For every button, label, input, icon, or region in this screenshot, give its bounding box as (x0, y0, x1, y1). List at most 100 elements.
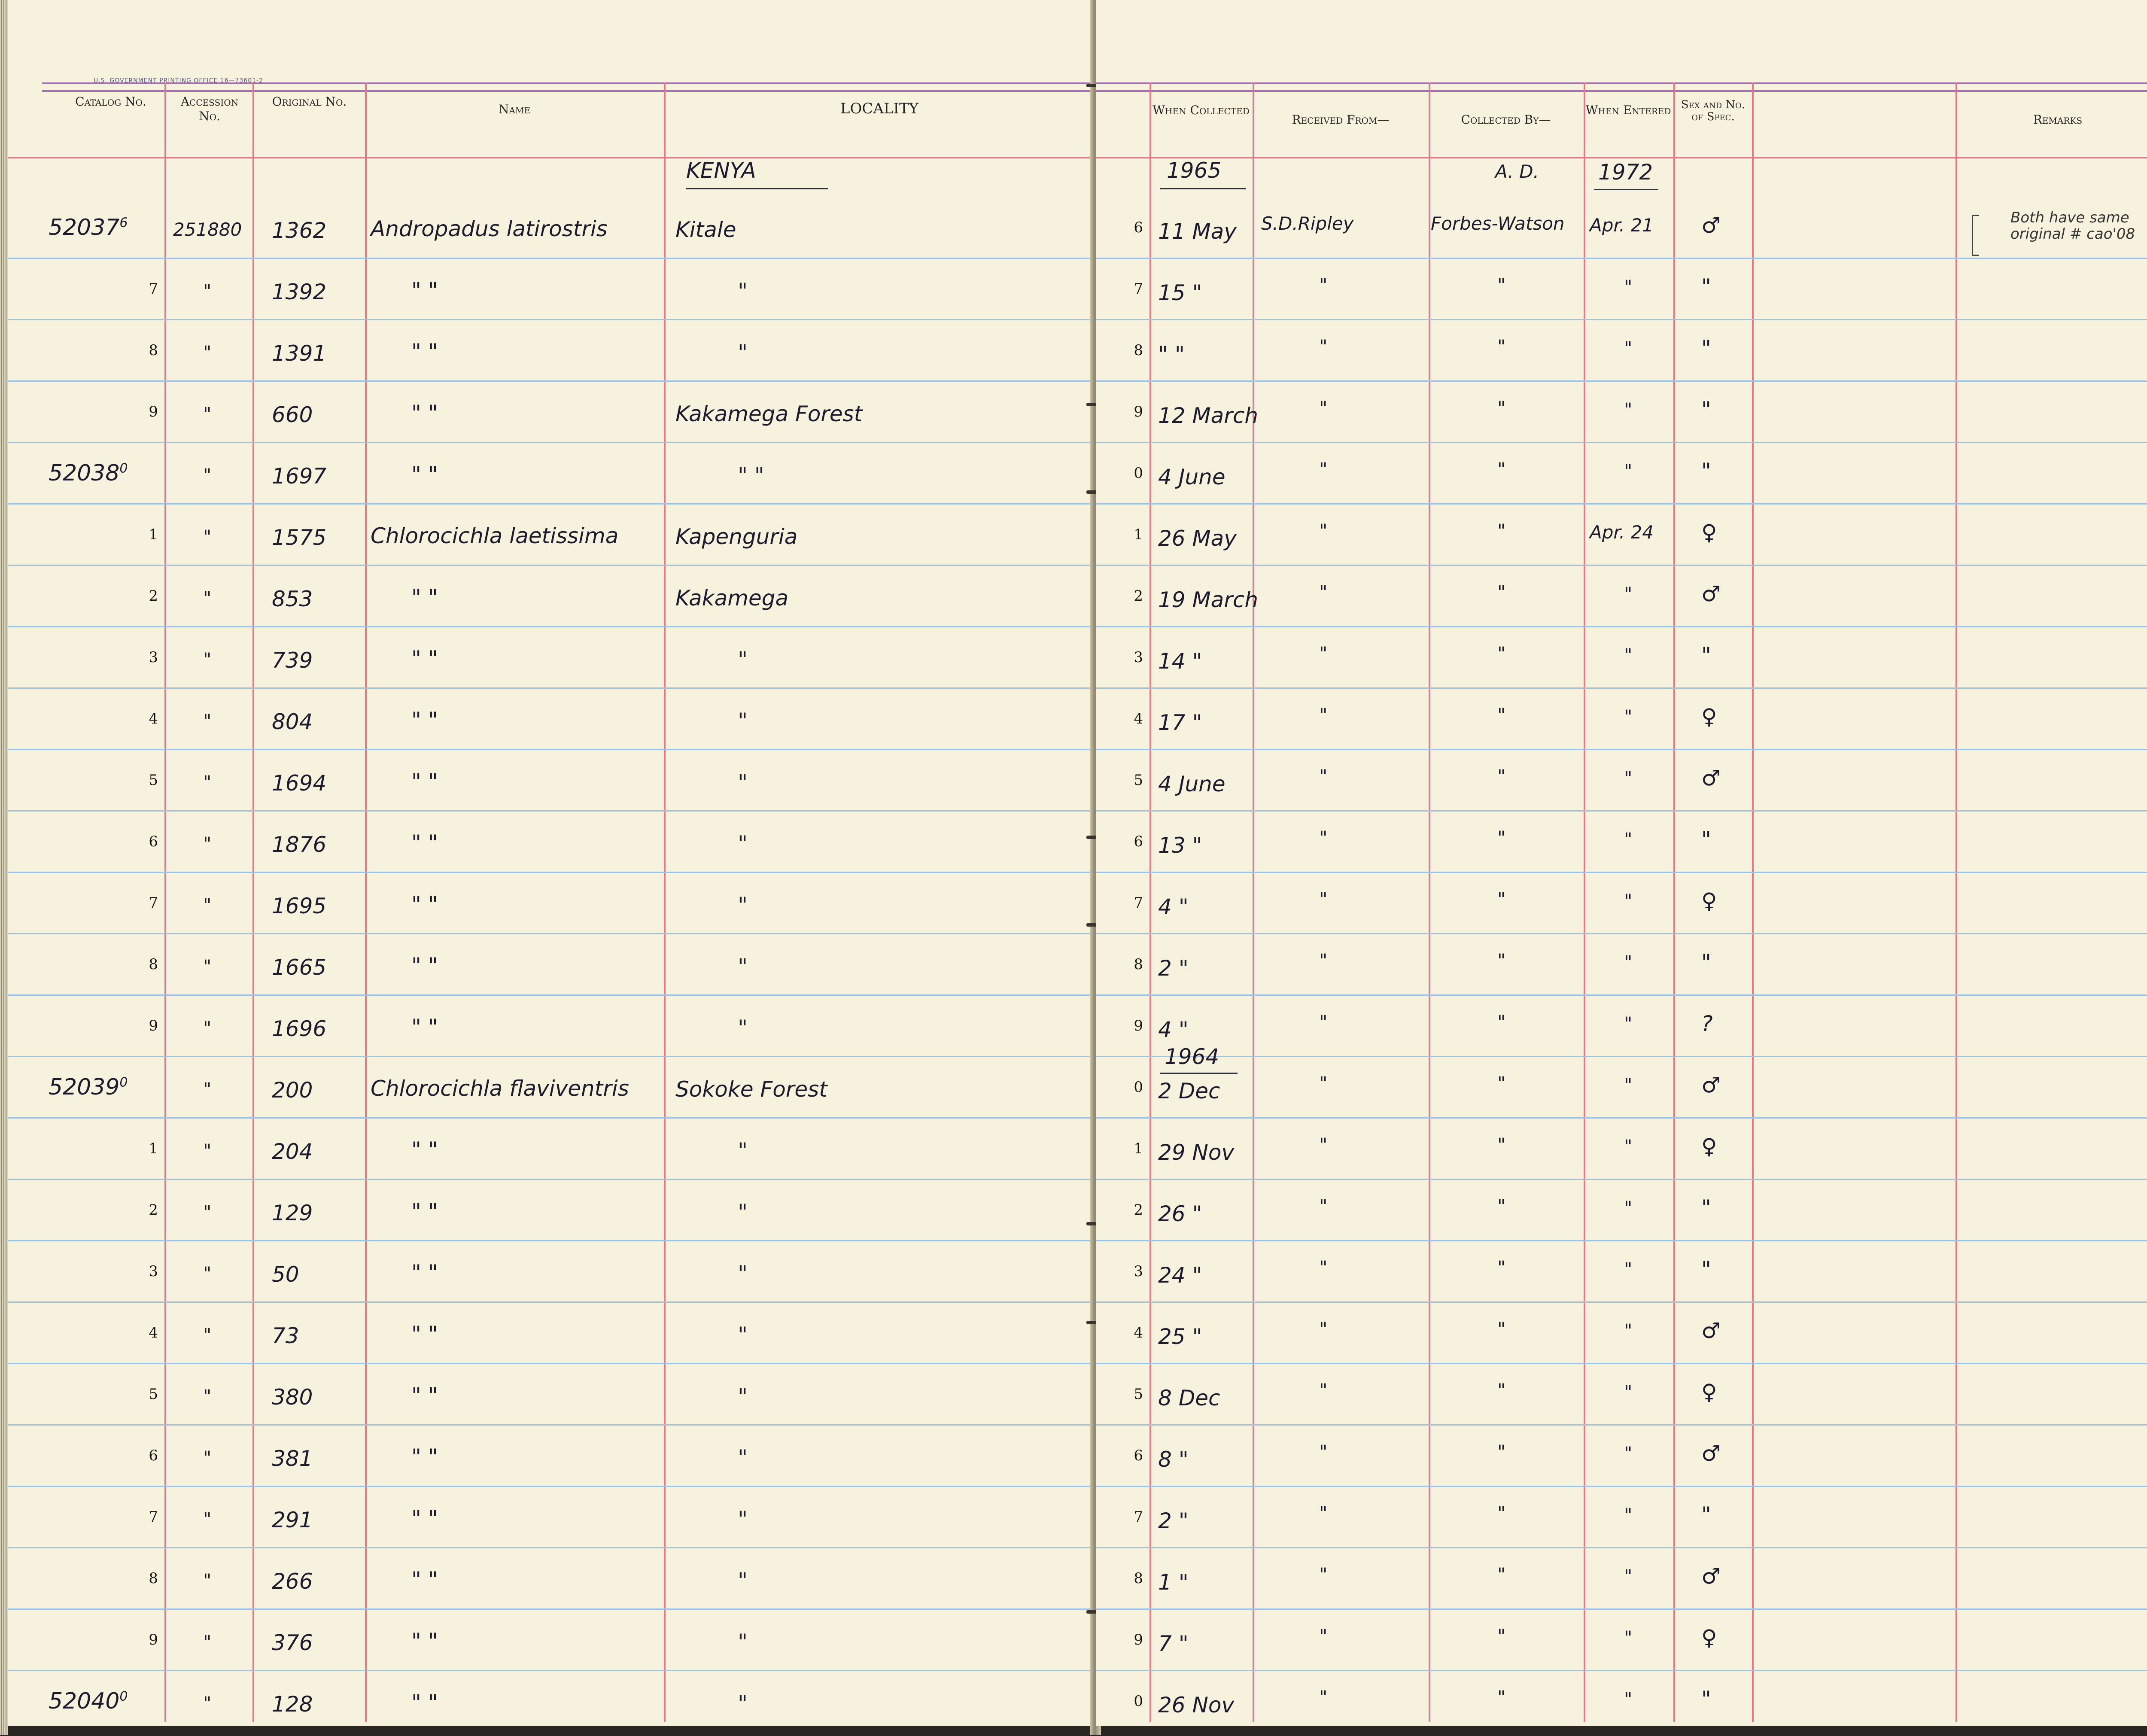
collected-date: 24 " (1158, 1263, 1202, 1288)
locality: " (738, 831, 748, 856)
ruled-line (8, 810, 1094, 812)
received-from: " (1319, 1195, 1328, 1216)
received-from: " (1319, 1073, 1328, 1094)
sex-symbol: " (1701, 1195, 1711, 1220)
species-name: " " (411, 278, 438, 303)
locality: " (738, 893, 748, 918)
ruled-line (8, 1547, 1094, 1548)
locality: " (738, 340, 748, 365)
catalog-number: 520380 (49, 460, 128, 486)
catalog-base: 52038 (49, 460, 120, 486)
species-name: " " (411, 1199, 438, 1224)
collected-by: " (1497, 766, 1506, 787)
accession-number: " (203, 1324, 212, 1345)
ruled-line (1096, 1608, 2147, 1610)
original-number: 1391 (272, 341, 327, 366)
species-name: " " (411, 1567, 438, 1592)
column-rule (164, 82, 166, 1722)
locality-country: KENYA (686, 158, 756, 183)
received-from: " (1319, 704, 1328, 725)
collected-by: " (1497, 704, 1506, 725)
header-when-collected: When Collected (1153, 103, 1250, 117)
row-digit: 7 (149, 1508, 158, 1526)
received-from: " (1319, 888, 1328, 909)
original-number: 1696 (272, 1016, 327, 1041)
locality: " (738, 1200, 748, 1225)
collected-date: 12 March (1158, 403, 1259, 428)
ruled-line (8, 1670, 1094, 1671)
accession-number: " (203, 1201, 212, 1222)
column-rule (1253, 82, 1254, 1722)
row-digit: 3 (1134, 1263, 1143, 1280)
received-from: " (1319, 581, 1328, 602)
when-entered: " (1624, 399, 1633, 420)
row-digit: 9 (149, 1631, 158, 1648)
sex-symbol: " (1701, 459, 1711, 483)
ruled-line (8, 626, 1094, 627)
sex-symbol: ♂ (1701, 1073, 1721, 1098)
received-from: " (1319, 274, 1328, 295)
sex-symbol: " (1701, 643, 1711, 668)
received-from: " (1319, 1625, 1328, 1646)
original-number: 1575 (272, 525, 327, 550)
accession-number: 251880 (173, 219, 242, 240)
row-digit: 8 (1134, 1570, 1143, 1587)
collected-by: " (1497, 827, 1506, 848)
received-from: " (1319, 1441, 1328, 1462)
collected-by: " (1497, 888, 1506, 909)
ruled-line (1096, 1301, 2147, 1303)
received-from: " (1319, 950, 1328, 971)
locality: " (738, 1507, 748, 1532)
ruled-line (1096, 749, 2147, 750)
row-digit: 3 (149, 1263, 158, 1280)
accession-number: " (203, 833, 212, 854)
collected-date: " " (1158, 342, 1185, 367)
row-digit: 1 (149, 526, 158, 543)
locality: Sokoke Forest (675, 1077, 827, 1102)
row-digit: 1 (1134, 1140, 1143, 1157)
sex-symbol: ♂ (1701, 1564, 1721, 1589)
ruled-line (1096, 1179, 2147, 1180)
collected-date: 4 June (1158, 465, 1226, 489)
ruled-line (1096, 1486, 2147, 1487)
sex-symbol: ♂ (1701, 1441, 1721, 1466)
remark-note: Both have same original # cao'08 (2010, 209, 2135, 243)
original-number: 853 (272, 587, 313, 611)
collected-year-mark: 1964 (1165, 1044, 1219, 1069)
when-entered: " (1624, 583, 1633, 604)
ruled-line (8, 1424, 1094, 1426)
column-rule (1673, 82, 1675, 1722)
row-digit: 9 (1134, 1017, 1143, 1034)
collected-by: " (1497, 1134, 1506, 1155)
original-number: 73 (272, 1323, 299, 1348)
column-rule (365, 82, 367, 1722)
collected-by: " (1497, 1257, 1506, 1278)
ruled-line (8, 1363, 1094, 1364)
collected-by: " (1497, 1625, 1506, 1646)
original-number: 381 (272, 1446, 313, 1471)
original-number: 128 (272, 1692, 313, 1717)
ruled-line (1096, 442, 2147, 443)
accession-number: " (203, 403, 212, 424)
ruled-line (1096, 687, 2147, 689)
row-digit: 2 (1134, 1201, 1143, 1219)
original-number: 1695 (272, 894, 327, 918)
row-digit: 8 (1134, 342, 1143, 359)
collected-date: 29 Nov (1158, 1140, 1235, 1165)
species-name: " " (411, 708, 438, 733)
locality: " (738, 1015, 748, 1040)
collected-by: " (1497, 950, 1506, 971)
ruled-line (8, 565, 1094, 566)
row-digit: 0 (1134, 1693, 1143, 1710)
species-name: " " (411, 1444, 438, 1469)
collected-date: 4 " (1158, 894, 1189, 919)
ruled-line (1096, 503, 2147, 505)
received-from: S.D.Ripley (1261, 213, 1354, 234)
accession-number: " (203, 1386, 212, 1407)
original-number: 1694 (272, 771, 327, 796)
original-number: 376 (272, 1630, 313, 1655)
when-entered: " (1624, 706, 1633, 727)
ledger-spread: U.S. GOVERNMENT PRINTING OFFICE 16—73601… (0, 0, 2147, 1736)
received-from: " (1319, 1011, 1328, 1032)
species-name: " " (411, 1260, 438, 1285)
